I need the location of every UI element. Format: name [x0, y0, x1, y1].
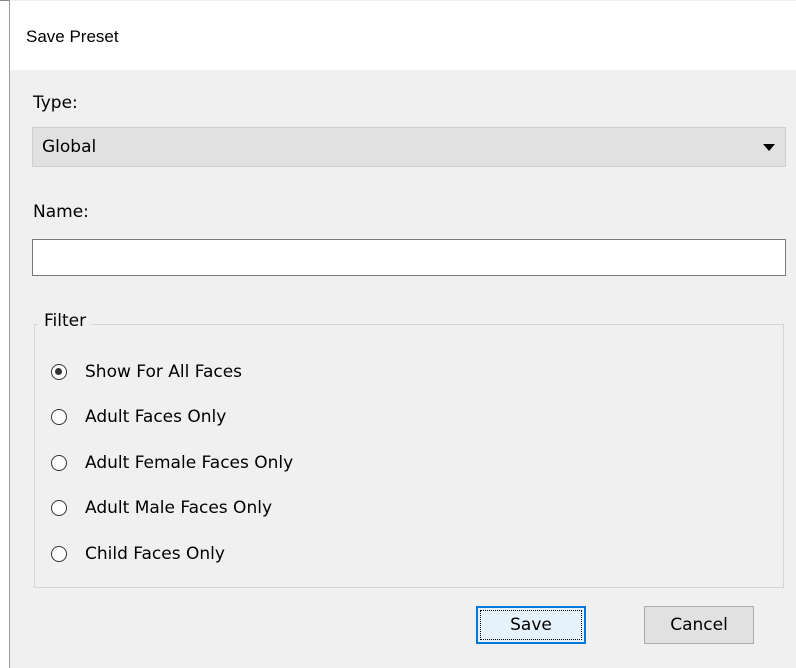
radio-label: Adult Male Faces Only — [85, 498, 272, 518]
radio-label: Adult Female Faces Only — [85, 453, 294, 473]
name-input[interactable] — [32, 239, 786, 276]
radio-adult-faces-only[interactable]: Adult Faces Only — [51, 404, 226, 430]
radio-unchecked-icon[interactable] — [51, 455, 67, 471]
radio-child-faces-only[interactable]: Child Faces Only — [51, 541, 225, 567]
radio-label: Child Faces Only — [85, 544, 225, 564]
radio-unchecked-icon[interactable] — [51, 546, 67, 562]
save-button[interactable]: Save — [476, 606, 586, 644]
save-preset-dialog: Save Preset Type: Global Name: Filter Sh… — [9, 0, 796, 668]
radio-label: Adult Faces Only — [85, 407, 227, 427]
radio-checked-icon[interactable] — [51, 364, 67, 380]
radio-show-for-all-faces[interactable]: Show For All Faces — [51, 359, 242, 385]
radio-label: Show For All Faces — [85, 362, 243, 382]
filter-group-title: Filter — [38, 311, 93, 331]
type-label: Type: — [33, 93, 78, 113]
radio-adult-female-faces-only[interactable]: Adult Female Faces Only — [51, 450, 293, 476]
radio-unchecked-icon[interactable] — [51, 409, 67, 425]
title-bar[interactable]: Save Preset — [10, 1, 796, 70]
dialog-title: Save Preset — [26, 27, 119, 46]
radio-adult-male-faces-only[interactable]: Adult Male Faces Only — [51, 495, 272, 521]
name-label: Name: — [33, 202, 89, 222]
type-dropdown[interactable]: Global — [32, 127, 786, 167]
chevron-down-icon — [763, 144, 775, 151]
radio-unchecked-icon[interactable] — [51, 500, 67, 516]
cancel-button[interactable]: Cancel — [644, 606, 754, 644]
type-dropdown-value: Global — [42, 137, 97, 157]
